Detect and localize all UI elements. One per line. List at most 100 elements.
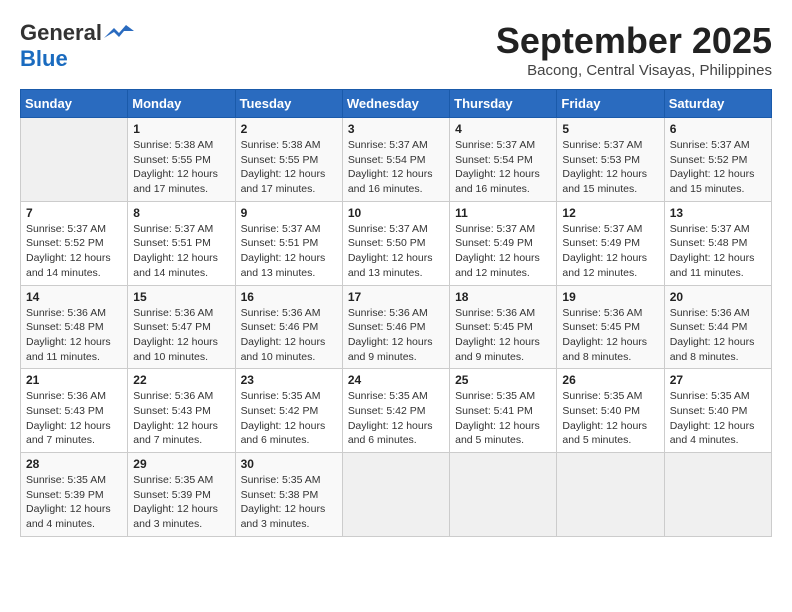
day-info: Sunrise: 5:36 AM Sunset: 5:43 PM Dayligh…	[133, 389, 229, 448]
day-cell	[342, 453, 449, 537]
day-cell: 27 Sunrise: 5:35 AM Sunset: 5:40 PM Dayli…	[664, 369, 771, 453]
day-info: Sunrise: 5:37 AM Sunset: 5:48 PM Dayligh…	[670, 222, 766, 281]
logo-general: General	[20, 20, 102, 46]
day-number: 12	[562, 206, 658, 220]
day-cell: 4 Sunrise: 5:37 AM Sunset: 5:54 PM Daylig…	[450, 118, 557, 202]
day-info: Sunrise: 5:36 AM Sunset: 5:45 PM Dayligh…	[455, 306, 551, 365]
day-info: Sunrise: 5:37 AM Sunset: 5:49 PM Dayligh…	[455, 222, 551, 281]
header-thursday: Thursday	[450, 90, 557, 118]
day-number: 19	[562, 290, 658, 304]
day-cell: 19 Sunrise: 5:36 AM Sunset: 5:45 PM Dayli…	[557, 285, 664, 369]
day-cell: 20 Sunrise: 5:36 AM Sunset: 5:44 PM Dayli…	[664, 285, 771, 369]
day-info: Sunrise: 5:37 AM Sunset: 5:54 PM Dayligh…	[348, 138, 444, 197]
header-wednesday: Wednesday	[342, 90, 449, 118]
day-cell: 16Sunrise: 5:36 AM Sunset: 5:46 PM Dayli…	[235, 285, 342, 369]
day-cell: 10Sunrise: 5:37 AM Sunset: 5:50 PM Dayli…	[342, 201, 449, 285]
day-info: Sunrise: 5:38 AM Sunset: 5:55 PM Dayligh…	[133, 138, 229, 197]
month-title: September 2025	[496, 20, 772, 62]
day-info: Sunrise: 5:35 AM Sunset: 5:42 PM Dayligh…	[348, 389, 444, 448]
day-cell: 9Sunrise: 5:37 AM Sunset: 5:51 PM Daylig…	[235, 201, 342, 285]
day-info: Sunrise: 5:35 AM Sunset: 5:40 PM Dayligh…	[670, 389, 766, 448]
day-info: Sunrise: 5:37 AM Sunset: 5:49 PM Dayligh…	[562, 222, 658, 281]
calendar-table: SundayMondayTuesdayWednesdayThursdayFrid…	[20, 89, 772, 537]
day-number: 24	[348, 373, 444, 387]
day-cell: 29 Sunrise: 5:35 AM Sunset: 5:39 PM Dayli…	[128, 453, 235, 537]
day-info: Sunrise: 5:35 AM Sunset: 5:42 PM Dayligh…	[241, 389, 337, 448]
location-subtitle: Bacong, Central Visayas, Philippines	[496, 62, 772, 79]
week-row-5: 28 Sunrise: 5:35 AM Sunset: 5:39 PM Dayli…	[21, 453, 772, 537]
day-number: 22	[133, 373, 229, 387]
day-info: Sunrise: 5:35 AM Sunset: 5:38 PM Dayligh…	[241, 473, 337, 532]
day-cell	[557, 453, 664, 537]
week-row-2: 7 Sunrise: 5:37 AM Sunset: 5:52 PM Daylig…	[21, 201, 772, 285]
day-number: 8	[133, 206, 229, 220]
day-number: 15	[133, 290, 229, 304]
day-cell: 6 Sunrise: 5:37 AM Sunset: 5:52 PM Daylig…	[664, 118, 771, 202]
day-number: 20	[670, 290, 766, 304]
day-number: 1	[133, 122, 229, 136]
day-info: Sunrise: 5:35 AM Sunset: 5:39 PM Dayligh…	[133, 473, 229, 532]
day-info: Sunrise: 5:37 AM Sunset: 5:52 PM Dayligh…	[26, 222, 122, 281]
day-cell: 7 Sunrise: 5:37 AM Sunset: 5:52 PM Daylig…	[21, 201, 128, 285]
day-info: Sunrise: 5:36 AM Sunset: 5:43 PM Dayligh…	[26, 389, 122, 448]
header-saturday: Saturday	[664, 90, 771, 118]
week-row-3: 14Sunrise: 5:36 AM Sunset: 5:48 PM Dayli…	[21, 285, 772, 369]
calendar-body: 1 Sunrise: 5:38 AM Sunset: 5:55 PM Daylig…	[21, 118, 772, 537]
day-cell	[664, 453, 771, 537]
day-info: Sunrise: 5:37 AM Sunset: 5:53 PM Dayligh…	[562, 138, 658, 197]
day-number: 28	[26, 457, 122, 471]
day-cell: 28Sunrise: 5:35 AM Sunset: 5:39 PM Dayli…	[21, 453, 128, 537]
day-cell	[21, 118, 128, 202]
day-number: 2	[241, 122, 337, 136]
day-number: 26	[562, 373, 658, 387]
header-row: SundayMondayTuesdayWednesdayThursdayFrid…	[21, 90, 772, 118]
day-cell: 3 Sunrise: 5:37 AM Sunset: 5:54 PM Daylig…	[342, 118, 449, 202]
logo-blue: Blue	[20, 46, 68, 71]
day-cell: 2 Sunrise: 5:38 AM Sunset: 5:55 PM Daylig…	[235, 118, 342, 202]
day-number: 29	[133, 457, 229, 471]
header-monday: Monday	[128, 90, 235, 118]
day-cell: 17Sunrise: 5:36 AM Sunset: 5:46 PM Dayli…	[342, 285, 449, 369]
day-info: Sunrise: 5:37 AM Sunset: 5:52 PM Dayligh…	[670, 138, 766, 197]
day-number: 3	[348, 122, 444, 136]
day-info: Sunrise: 5:37 AM Sunset: 5:51 PM Dayligh…	[241, 222, 337, 281]
day-info: Sunrise: 5:36 AM Sunset: 5:44 PM Dayligh…	[670, 306, 766, 365]
day-info: Sunrise: 5:37 AM Sunset: 5:51 PM Dayligh…	[133, 222, 229, 281]
day-number: 17	[348, 290, 444, 304]
day-cell: 13Sunrise: 5:37 AM Sunset: 5:48 PM Dayli…	[664, 201, 771, 285]
logo: General Blue	[20, 20, 134, 72]
day-cell	[450, 453, 557, 537]
day-cell: 15Sunrise: 5:36 AM Sunset: 5:47 PM Dayli…	[128, 285, 235, 369]
day-cell: 30Sunrise: 5:35 AM Sunset: 5:38 PM Dayli…	[235, 453, 342, 537]
week-row-1: 1 Sunrise: 5:38 AM Sunset: 5:55 PM Daylig…	[21, 118, 772, 202]
day-info: Sunrise: 5:36 AM Sunset: 5:46 PM Dayligh…	[241, 306, 337, 365]
day-cell: 25Sunrise: 5:35 AM Sunset: 5:41 PM Dayli…	[450, 369, 557, 453]
day-cell: 8 Sunrise: 5:37 AM Sunset: 5:51 PM Daylig…	[128, 201, 235, 285]
page-header: General Blue September 2025 Bacong, Cent…	[20, 20, 772, 79]
day-number: 23	[241, 373, 337, 387]
day-info: Sunrise: 5:38 AM Sunset: 5:55 PM Dayligh…	[241, 138, 337, 197]
logo-bird-icon	[104, 23, 134, 43]
day-number: 27	[670, 373, 766, 387]
day-cell: 23 Sunrise: 5:35 AM Sunset: 5:42 PM Dayli…	[235, 369, 342, 453]
day-number: 6	[670, 122, 766, 136]
day-cell: 18 Sunrise: 5:36 AM Sunset: 5:45 PM Dayli…	[450, 285, 557, 369]
day-number: 4	[455, 122, 551, 136]
day-cell: 1 Sunrise: 5:38 AM Sunset: 5:55 PM Daylig…	[128, 118, 235, 202]
calendar-header: SundayMondayTuesdayWednesdayThursdayFrid…	[21, 90, 772, 118]
day-cell: 5Sunrise: 5:37 AM Sunset: 5:53 PM Daylig…	[557, 118, 664, 202]
day-cell: 12 Sunrise: 5:37 AM Sunset: 5:49 PM Dayli…	[557, 201, 664, 285]
header-friday: Friday	[557, 90, 664, 118]
day-cell: 21Sunrise: 5:36 AM Sunset: 5:43 PM Dayli…	[21, 369, 128, 453]
day-cell: 26 Sunrise: 5:35 AM Sunset: 5:40 PM Dayli…	[557, 369, 664, 453]
day-cell: 22 Sunrise: 5:36 AM Sunset: 5:43 PM Dayli…	[128, 369, 235, 453]
day-info: Sunrise: 5:35 AM Sunset: 5:41 PM Dayligh…	[455, 389, 551, 448]
day-number: 18	[455, 290, 551, 304]
day-number: 7	[26, 206, 122, 220]
day-info: Sunrise: 5:36 AM Sunset: 5:45 PM Dayligh…	[562, 306, 658, 365]
day-info: Sunrise: 5:37 AM Sunset: 5:50 PM Dayligh…	[348, 222, 444, 281]
day-info: Sunrise: 5:35 AM Sunset: 5:40 PM Dayligh…	[562, 389, 658, 448]
day-info: Sunrise: 5:37 AM Sunset: 5:54 PM Dayligh…	[455, 138, 551, 197]
header-sunday: Sunday	[21, 90, 128, 118]
day-number: 14	[26, 290, 122, 304]
